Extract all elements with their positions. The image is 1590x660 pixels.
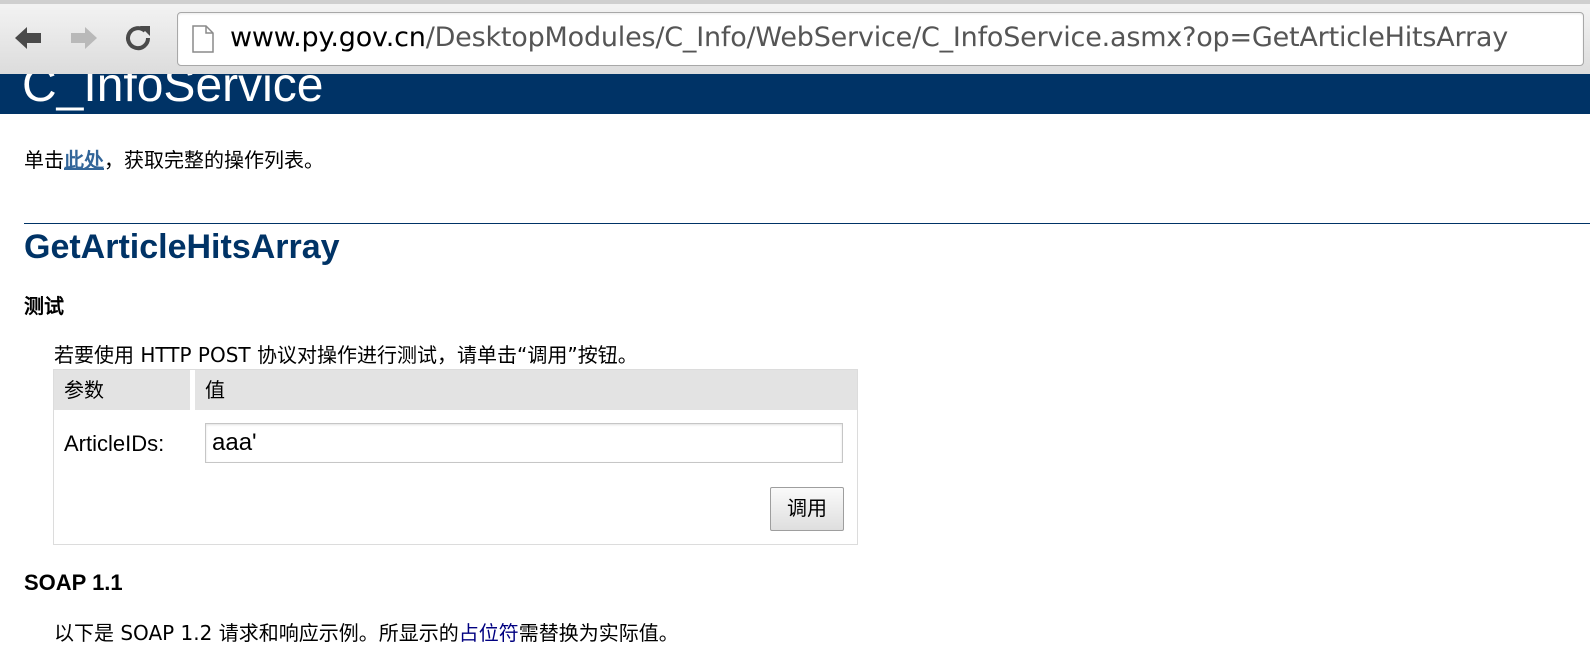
invoke-button[interactable]: 调用 [770, 487, 844, 531]
value-column-header: 值 [195, 370, 857, 410]
articleids-label: ArticleIDs: [64, 431, 165, 456]
test-heading: 测试 [24, 294, 64, 318]
operations-list-link[interactable]: 此处 [64, 148, 104, 172]
intro-suffix: ，获取完整的操作列表。 [104, 148, 324, 172]
param-column-header: 参数 [54, 370, 190, 410]
reload-button[interactable] [118, 18, 158, 58]
service-title: C_InfoService [22, 74, 324, 112]
intro-text: 单击此处，获取完整的操作列表。 [24, 146, 324, 174]
back-button[interactable] [8, 18, 48, 58]
soap-description: 以下是 SOAP 1.2 请求和响应示例。所显示的占位符需替换为实际值。 [54, 619, 679, 647]
soap-desc-prefix: 以下是 SOAP 1.2 请求和响应示例。所显示的 [54, 621, 459, 645]
back-arrow-icon [15, 27, 41, 49]
url-text: www.py.gov.cn/DesktopModules/C_Info/WebS… [230, 21, 1508, 55]
address-bar[interactable]: www.py.gov.cn/DesktopModules/C_Info/WebS… [177, 12, 1584, 66]
service-banner: C_InfoService [0, 74, 1590, 114]
soap-heading: SOAP 1.1 [24, 570, 123, 595]
intro-prefix: 单击 [24, 148, 64, 172]
url-host: www.py.gov.cn [230, 22, 426, 53]
browser-toolbar: www.py.gov.cn/DesktopModules/C_Info/WebS… [0, 0, 1590, 75]
articleids-input[interactable] [205, 423, 843, 463]
forward-arrow-icon [71, 27, 97, 49]
reload-icon [126, 26, 151, 51]
test-description: 若要使用 HTTP POST 协议对操作进行测试，请单击“调用”按钮。 [54, 343, 638, 367]
soap-desc-suffix: 需替换为实际值。 [518, 621, 679, 645]
operation-title: GetArticleHitsArray [24, 228, 340, 266]
test-form-table: 参数 值 ArticleIDs: 调用 [53, 369, 858, 545]
section-divider [24, 223, 1590, 224]
tab-strip-edge [0, 0, 1590, 4]
page-document-icon [192, 25, 214, 57]
placeholder-link[interactable]: 占位符 [459, 621, 519, 645]
forward-button[interactable] [64, 18, 104, 58]
url-path: /DesktopModules/C_Info/WebService/C_Info… [425, 22, 1509, 53]
